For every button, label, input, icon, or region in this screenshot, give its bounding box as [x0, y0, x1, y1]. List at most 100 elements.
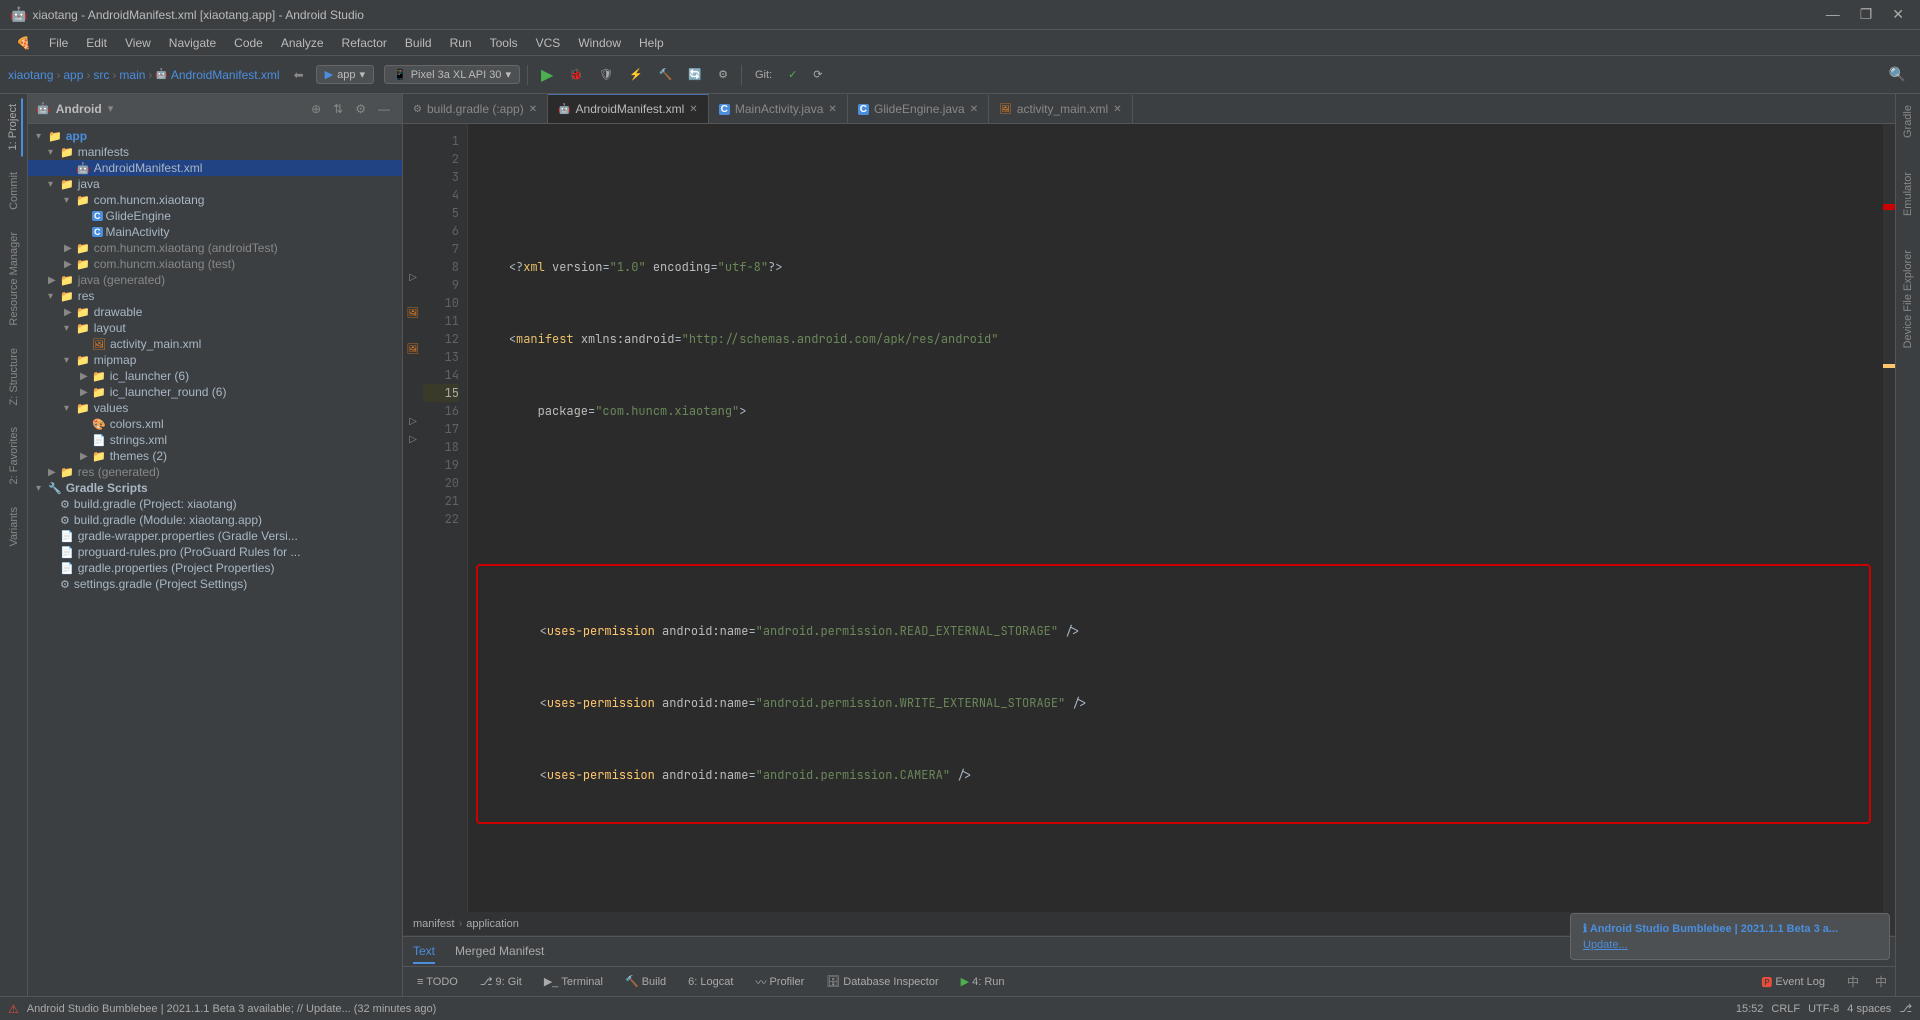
debug-button[interactable]: 🐞 — [563, 65, 589, 84]
sync-button[interactable]: 🔄 — [682, 65, 708, 84]
sidebar-tab-emulator[interactable]: Emulator — [1900, 166, 1916, 222]
menu-analyze[interactable]: Analyze — [273, 34, 332, 52]
tree-item-res[interactable]: ▾ 📁 res — [28, 288, 402, 304]
app-selector[interactable]: ▶ app ▾ — [316, 65, 374, 84]
tree-item-proguard[interactable]: 📄 proguard-rules.pro (ProGuard Rules for… — [28, 544, 402, 560]
tool-database[interactable]: 🗄 Database Inspector — [820, 973, 944, 990]
tree-item-java-gen[interactable]: ▶ 📁 java (generated) — [28, 272, 402, 288]
sidebar-tab-structure[interactable]: Z: Structure — [6, 342, 22, 411]
tree-item-androidtest[interactable]: ▶ 📁 com.huncm.xiaotang (androidTest) — [28, 240, 402, 256]
tab-android-manifest[interactable]: 🤖 AndroidManifest.xml ✕ — [548, 94, 709, 123]
tree-item-java[interactable]: ▾ 📁 java — [28, 176, 402, 192]
pixel-selector[interactable]: 📱 Pixel 3a XL API 30 ▾ — [384, 65, 520, 84]
notification-update-link[interactable]: Update... — [1583, 939, 1628, 951]
panel-settings-btn[interactable]: ⚙ — [351, 100, 370, 118]
tree-item-gradle-props[interactable]: 📄 gradle.properties (Project Properties) — [28, 560, 402, 576]
sidebar-tab-resource-manager[interactable]: Resource Manager — [6, 226, 22, 332]
sidebar-tab-commit[interactable]: Commit — [6, 166, 22, 216]
tree-item-build-gradle-proj[interactable]: ⚙ build.gradle (Project: xiaotang) — [28, 496, 402, 512]
tree-item-test[interactable]: ▶ 📁 com.huncm.xiaotang (test) — [28, 256, 402, 272]
tree-item-strings[interactable]: 📄 strings.xml — [28, 432, 402, 448]
status-crlf[interactable]: CRLF — [1771, 1003, 1800, 1015]
tree-item-colors[interactable]: 🎨 colors.xml — [28, 416, 402, 432]
minimize-button[interactable]: — — [1820, 4, 1846, 25]
tool-terminal[interactable]: ▶_ Terminal — [538, 973, 609, 990]
menu-run[interactable]: Run — [442, 34, 480, 52]
sidebar-tab-device-explorer[interactable]: Device File Explorer — [1900, 244, 1916, 354]
tool-todo[interactable]: ≡ TODO — [411, 974, 464, 990]
tree-item-res-gen[interactable]: ▶ 📁 res (generated) — [28, 464, 402, 480]
breadcrumb-main[interactable]: main — [119, 68, 145, 82]
git-checkmark[interactable]: ✓ — [782, 65, 803, 84]
tree-item-drawable[interactable]: ▶ 📁 drawable — [28, 304, 402, 320]
tree-item-themes[interactable]: ▶ 📁 themes (2) — [28, 448, 402, 464]
tree-item-androidmanifest[interactable]: 🤖 AndroidManifest.xml — [28, 160, 402, 176]
tab-build-gradle[interactable]: ⚙ build.gradle (:app) ✕ — [403, 94, 548, 123]
profile-button[interactable]: ⚡ — [623, 65, 649, 84]
panel-new-file-btn[interactable]: ⊕ — [307, 100, 325, 118]
breadcrumb-manifest[interactable]: AndroidManifest.xml — [171, 68, 280, 82]
git-update[interactable]: ⟳ — [807, 65, 828, 84]
tool-profiler[interactable]: 〰 Profiler — [749, 972, 810, 992]
menu-build[interactable]: Build — [397, 34, 440, 52]
tree-item-mipmap[interactable]: ▾ 📁 mipmap — [28, 352, 402, 368]
tab-close-glide-engine[interactable]: ✕ — [970, 104, 978, 115]
sidebar-tab-project[interactable]: 1: Project — [5, 98, 23, 156]
tab-main-activity[interactable]: C MainActivity.java ✕ — [709, 94, 848, 123]
tree-item-glideengine[interactable]: C GlideEngine — [28, 208, 402, 224]
git-check-button[interactable]: Git: — [749, 66, 778, 84]
sidebar-tab-variants[interactable]: Variants — [6, 501, 22, 553]
tool-event-log[interactable]: 🅿 Event Log — [1755, 972, 1831, 992]
build-button[interactable]: 🔨 — [653, 65, 679, 84]
breadcrumb-xiaotang[interactable]: xiaotang — [8, 68, 53, 82]
tree-item-values[interactable]: ▾ 📁 values — [28, 400, 402, 416]
tool-build[interactable]: 🔨 Build — [619, 973, 672, 990]
menu-navigate[interactable]: Navigate — [161, 34, 224, 52]
panel-hide-btn[interactable]: — — [374, 100, 394, 118]
sidebar-tab-favorites[interactable]: 2: Favorites — [6, 421, 22, 490]
tree-item-app[interactable]: ▾ 📁 app — [28, 128, 402, 144]
tree-item-gradle-wrapper[interactable]: 📄 gradle-wrapper.properties (Gradle Vers… — [28, 528, 402, 544]
menu-tools[interactable]: Tools — [482, 34, 526, 52]
breadcrumb-app[interactable]: app — [63, 68, 83, 82]
tab-close-activity-main-xml[interactable]: ✕ — [1113, 104, 1121, 115]
tree-item-ic-launcher-round[interactable]: ▶ 📁 ic_launcher_round (6) — [28, 384, 402, 400]
menu-file[interactable]: File — [41, 34, 76, 52]
tab-text[interactable]: Text — [413, 940, 435, 964]
breadcrumb-src[interactable]: src — [93, 68, 109, 82]
tool-git[interactable]: ⎇ 9: Git — [474, 973, 528, 990]
close-button[interactable]: ✕ — [1886, 4, 1910, 25]
tree-item-ic-launcher[interactable]: ▶ 📁 ic_launcher (6) — [28, 368, 402, 384]
tree-item-activity-main[interactable]: 🖼 activity_main.xml — [28, 336, 402, 352]
menu-help[interactable]: Help — [631, 34, 672, 52]
tree-item-mainactivity[interactable]: C MainActivity — [28, 224, 402, 240]
run-button[interactable]: ▶ — [535, 62, 559, 88]
tree-item-build-gradle-app[interactable]: ⚙ build.gradle (Module: xiaotang.app) — [28, 512, 402, 528]
tab-close-build-gradle[interactable]: ✕ — [529, 104, 537, 115]
tree-item-manifests[interactable]: ▾ 📁 manifests — [28, 144, 402, 160]
panel-sync-btn[interactable]: ⇅ — [329, 100, 347, 118]
status-charset[interactable]: UTF-8 — [1808, 1003, 1839, 1015]
menu-edit[interactable]: Edit — [78, 34, 115, 52]
tree-item-com-huncm[interactable]: ▾ 📁 com.huncm.xiaotang — [28, 192, 402, 208]
tree-item-gradle-scripts[interactable]: ▾ 🔧 Gradle Scripts — [28, 480, 402, 496]
tab-glide-engine[interactable]: C GlideEngine.java ✕ — [848, 94, 989, 123]
nav-back-icon[interactable]: ⬅ — [294, 68, 304, 82]
menu-vcs[interactable]: VCS — [528, 34, 569, 52]
search-button[interactable]: 🔍 — [1883, 63, 1912, 86]
panel-dropdown-chevron[interactable]: ▾ — [108, 102, 114, 115]
tree-item-settings-gradle[interactable]: ⚙ settings.gradle (Project Settings) — [28, 576, 402, 592]
tab-merged-manifest[interactable]: Merged Manifest — [455, 940, 544, 964]
menu-window[interactable]: Window — [570, 34, 629, 52]
menu-code[interactable]: Code — [226, 34, 271, 52]
tool-logcat[interactable]: 6: Logcat — [682, 974, 739, 990]
settings-button[interactable]: ⚙ — [712, 65, 734, 84]
tree-item-layout[interactable]: ▾ 📁 layout — [28, 320, 402, 336]
code-content[interactable]: <?xml version="1.0" encoding="utf-8"?> <… — [468, 124, 1883, 912]
tab-close-android-manifest[interactable]: ✕ — [689, 104, 697, 115]
sidebar-tab-gradle[interactable]: Gradle — [1900, 99, 1916, 144]
breadcrumb-manifest-path[interactable]: manifest — [413, 918, 455, 930]
menu-refactor[interactable]: Refactor — [334, 34, 395, 52]
tab-activity-main-xml[interactable]: 🖼 activity_main.xml ✕ — [989, 94, 1132, 123]
menu-view[interactable]: View — [117, 34, 159, 52]
